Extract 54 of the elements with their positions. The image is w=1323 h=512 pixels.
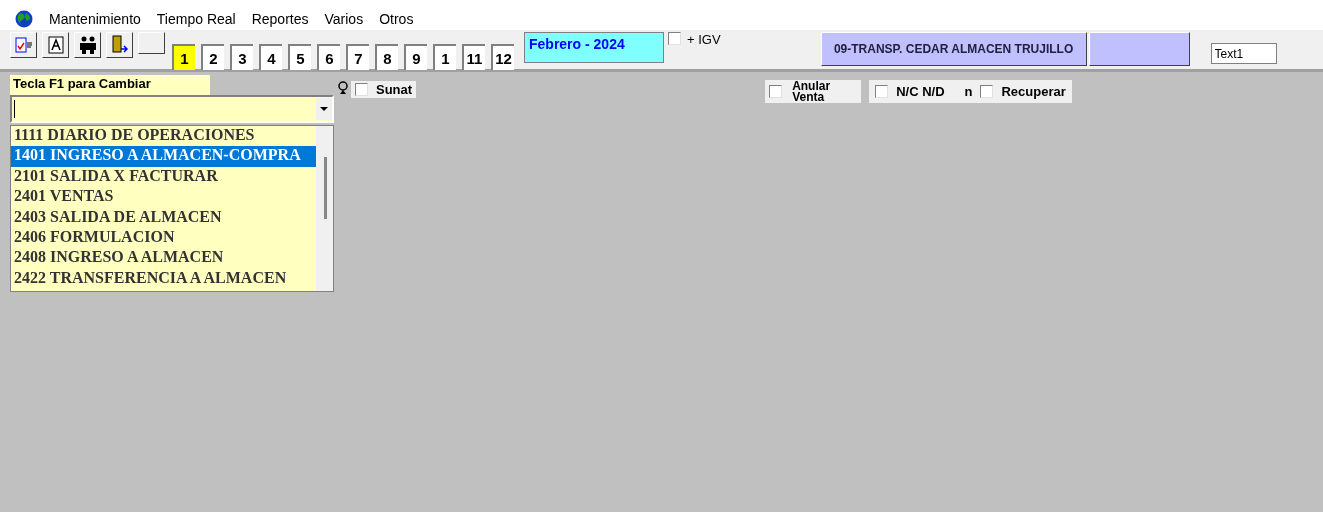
globe-icon <box>15 10 33 28</box>
n-label: n <box>964 84 973 99</box>
list-item[interactable]: 2403 SALIDA DE ALMACEN <box>11 207 316 228</box>
ncnd-label: N/C N/D <box>896 84 945 99</box>
month-tab[interactable]: 4 <box>259 44 282 70</box>
toolbar-button[interactable] <box>42 32 69 58</box>
month-tab[interactable]: 1 <box>172 44 195 70</box>
letter-page-icon <box>47 36 64 54</box>
dropdown-arrow-icon <box>320 107 328 111</box>
checkbox[interactable] <box>355 83 368 96</box>
month-tab[interactable]: 9 <box>404 44 427 70</box>
igv-label: + IGV <box>687 32 721 47</box>
list-item[interactable]: 2401 VENTAS <box>11 187 316 208</box>
month-tab[interactable]: 2 <box>201 44 224 70</box>
checkbox[interactable] <box>875 85 889 98</box>
checkbox[interactable] <box>668 32 681 45</box>
recuperar-label: Recuperar <box>1001 84 1066 99</box>
month-tab[interactable]: 12 <box>491 44 514 70</box>
list-item[interactable]: 2422 TRANSFERENCIA A ALMACEN <box>11 268 316 290</box>
month-tab[interactable]: 1 <box>433 44 456 70</box>
list-item[interactable]: 2408 INGRESO A ALMACEN <box>11 248 316 269</box>
menu-item[interactable]: Reportes <box>251 11 309 27</box>
period-field[interactable]: Febrero - 2024 <box>524 32 664 63</box>
month-tab[interactable]: 5 <box>288 44 311 70</box>
anular-option[interactable]: Anular Venta <box>765 80 862 103</box>
person-icon <box>338 81 348 95</box>
sunat-option[interactable]: Sunat <box>351 81 417 98</box>
toolbar-button[interactable] <box>74 32 101 58</box>
list-item[interactable]: 2101 SALIDA X FACTURAR <box>11 166 316 188</box>
list-item[interactable]: 2406 FORMULACION <box>11 227 316 249</box>
text-field[interactable]: Text1 <box>1210 43 1277 64</box>
month-tab[interactable]: 11 <box>462 44 485 70</box>
combo-box[interactable] <box>10 95 334 123</box>
menu-item[interactable]: Mantenimiento <box>49 11 141 27</box>
list-item[interactable]: 1401 INGRESO A ALMACEN-COMPRA <box>11 146 316 167</box>
menu-item[interactable]: Varios <box>324 11 364 27</box>
door-exit-icon <box>110 35 129 55</box>
month-tab[interactable]: 6 <box>317 44 340 70</box>
toolbar-button[interactable] <box>138 32 165 54</box>
list-item[interactable]: 1111 DIARIO DE OPERACIONES <box>11 126 316 147</box>
company-button[interactable]: 09-TRANSP. CEDAR ALMACEN TRUJILLO <box>820 32 1087 66</box>
checkbox[interactable] <box>980 85 994 98</box>
people-icon <box>77 36 98 54</box>
hint-label: Tecla F1 para Cambiar <box>10 75 210 95</box>
month-tab[interactable]: 7 <box>346 44 369 70</box>
month-tab[interactable]: 8 <box>375 44 398 70</box>
checkbox[interactable] <box>769 85 783 98</box>
toolbar-button[interactable] <box>106 32 133 58</box>
toolbar-button[interactable] <box>10 32 37 58</box>
menu-item[interactable]: Tiempo Real <box>156 11 236 27</box>
month-tab[interactable]: 3 <box>230 44 253 70</box>
menu-item[interactable]: Otros <box>379 11 414 27</box>
scrollbar[interactable] <box>316 126 333 291</box>
document-check-icon <box>14 37 33 53</box>
